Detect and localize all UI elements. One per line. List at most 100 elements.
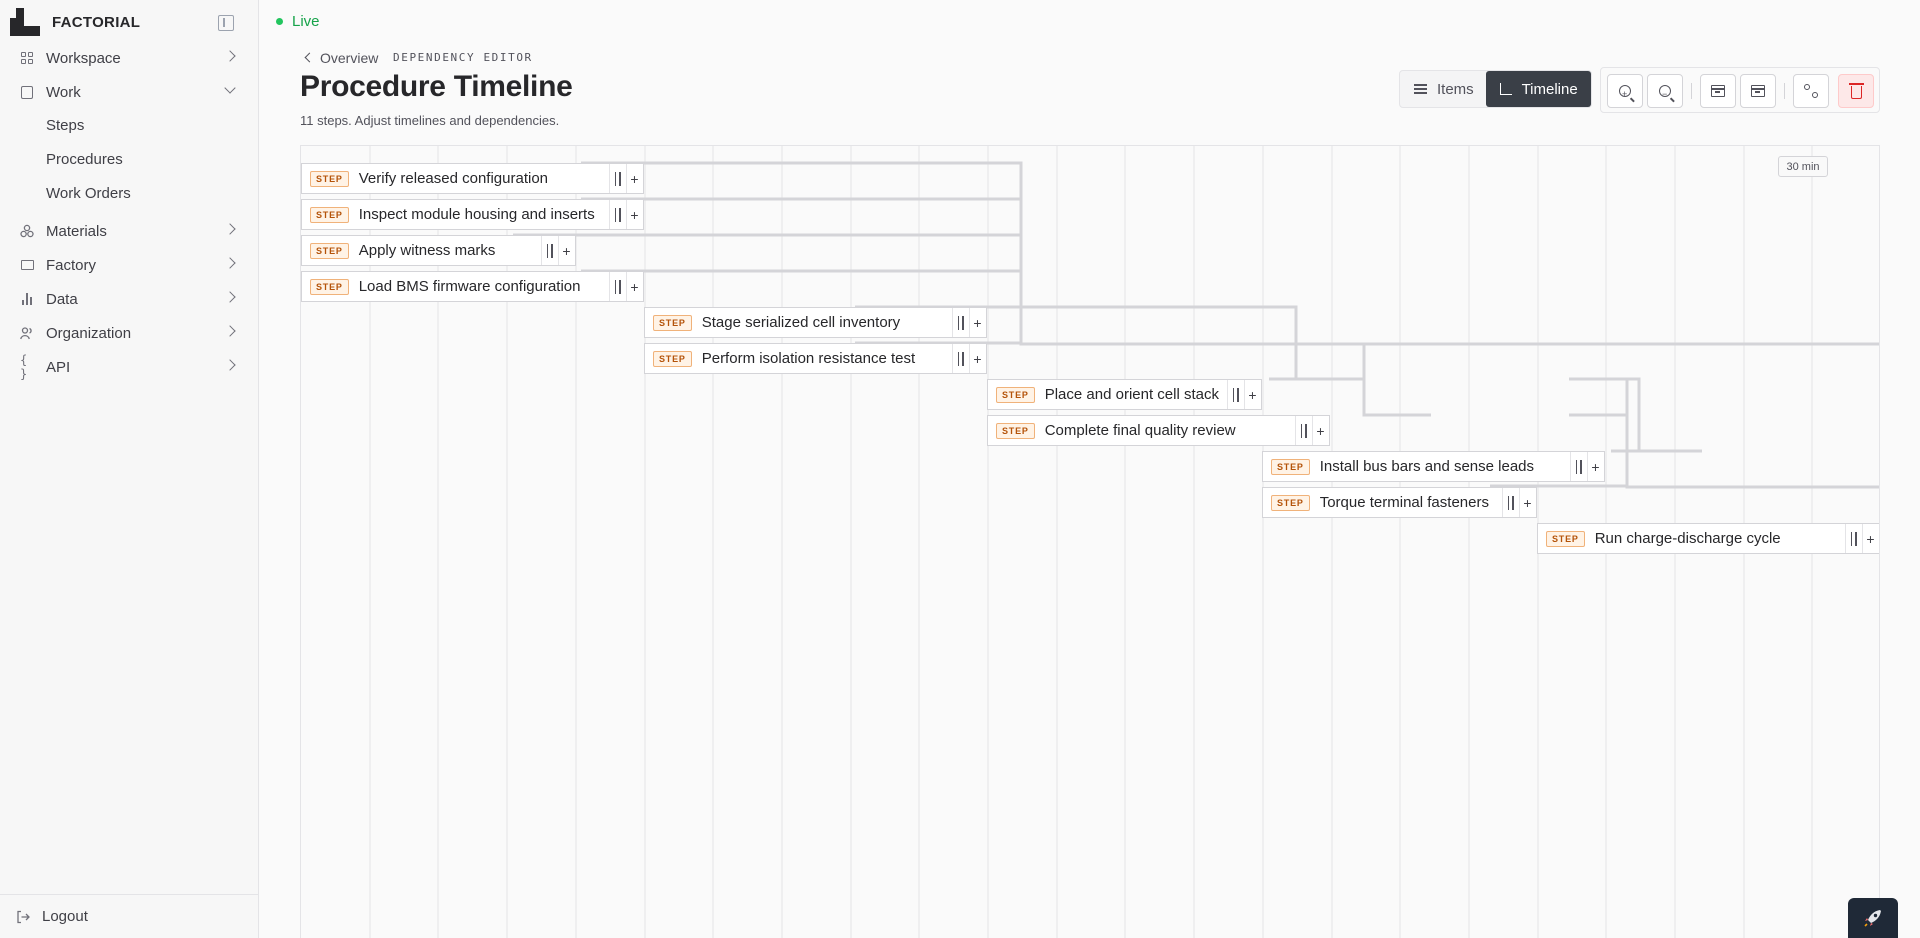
add-dependency-button[interactable]: +	[626, 200, 642, 229]
sidebar-item-factory[interactable]: Factory	[20, 251, 242, 279]
add-dependency-button[interactable]: +	[969, 344, 985, 373]
step-badge: STEP	[653, 350, 692, 367]
resize-handle-icon[interactable]	[609, 164, 625, 193]
zoom-out-button[interactable]: −	[1647, 74, 1683, 108]
page-subtitle: 11 steps. Adjust timelines and dependenc…	[300, 113, 560, 128]
sidebar-item-label: Work	[46, 83, 81, 101]
step-badge: STEP	[1271, 494, 1310, 511]
chevron-right-icon	[224, 223, 236, 235]
sidebar-collapse-icon[interactable]	[218, 15, 234, 31]
bar-chart-icon	[20, 292, 34, 306]
timeline-step[interactable]: STEP Torque terminal fasteners +	[1262, 487, 1537, 518]
sidebar: FACTORIAL Workspace Work Steps Procedure…	[0, 0, 259, 938]
timeline-step[interactable]: STEP Place and orient cell stack +	[987, 379, 1262, 410]
step-label: Place and orient cell stack	[1044, 386, 1219, 403]
sidebar-item-api[interactable]: { } API	[20, 353, 242, 381]
step-badge: STEP	[996, 422, 1035, 439]
brand[interactable]: FACTORIAL	[10, 8, 140, 36]
step-label: Apply witness marks	[358, 242, 496, 259]
resize-handle-icon[interactable]	[541, 236, 557, 265]
chevron-right-icon	[224, 257, 236, 269]
chevron-right-icon	[224, 50, 236, 62]
grid-icon	[20, 51, 34, 65]
logout-icon	[16, 910, 30, 924]
chevron-right-icon	[224, 359, 236, 371]
unarchive-button[interactable]	[1740, 74, 1776, 108]
timeline-step[interactable]: STEP Apply witness marks +	[301, 235, 576, 266]
sidebar-subitem-steps[interactable]: Steps	[46, 113, 84, 137]
resize-handle-icon[interactable]	[609, 272, 625, 301]
archive-button[interactable]	[1700, 74, 1736, 108]
step-badge: STEP	[310, 242, 349, 259]
chevron-left-icon[interactable]	[304, 52, 315, 63]
resize-handle-icon[interactable]	[1502, 488, 1518, 517]
archive-restore-icon	[1751, 85, 1765, 97]
timeline-step[interactable]: STEP Perform isolation resistance test +	[644, 343, 987, 374]
add-dependency-button[interactable]: +	[969, 308, 985, 337]
feedback-button[interactable]	[1848, 898, 1898, 938]
add-dependency-button[interactable]: +	[626, 272, 642, 301]
zoom-in-icon: +	[1619, 85, 1631, 98]
toolbar-divider	[1784, 83, 1785, 99]
timeline-view-button[interactable]: Timeline	[1485, 71, 1591, 107]
sidebar-item-label: Organization	[46, 324, 132, 342]
add-dependency-button[interactable]: +	[1587, 452, 1603, 481]
timeline-scale-label: 30 min	[1778, 156, 1828, 177]
timeline-step[interactable]: STEP Install bus bars and sense leads +	[1262, 451, 1605, 482]
add-dependency-button[interactable]: +	[1244, 380, 1260, 409]
step-label: Verify released configuration	[358, 170, 548, 187]
logout-label: Logout	[42, 908, 88, 925]
step-badge: STEP	[310, 206, 349, 223]
items-view-label: Items	[1437, 80, 1474, 98]
zoom-in-button[interactable]: +	[1607, 74, 1643, 108]
delete-button[interactable]	[1838, 74, 1874, 108]
step-label: Complete final quality review	[1044, 422, 1236, 439]
breadcrumb-overview[interactable]: Overview	[320, 50, 378, 66]
timeline-step[interactable]: STEP Verify released configuration +	[301, 163, 644, 194]
resize-handle-icon[interactable]	[1570, 452, 1586, 481]
resize-handle-icon[interactable]	[1845, 524, 1861, 553]
resize-handle-icon[interactable]	[952, 344, 968, 373]
sidebar-item-data[interactable]: Data	[20, 285, 242, 313]
dependencies-button[interactable]	[1793, 74, 1829, 108]
timeline-step[interactable]: STEP Load BMS firmware configuration +	[301, 271, 644, 302]
sidebar-item-organization[interactable]: Organization	[20, 319, 242, 347]
sidebar-item-workspace[interactable]: Workspace	[20, 44, 242, 72]
add-dependency-button[interactable]: +	[1862, 524, 1878, 553]
timeline-toolbar: + −	[1600, 67, 1880, 113]
resize-handle-icon[interactable]	[1227, 380, 1243, 409]
toolbar-divider	[1691, 83, 1692, 99]
sidebar-subitem-procedures[interactable]: Procedures	[46, 147, 123, 171]
link-nodes-icon	[1804, 84, 1818, 98]
resize-handle-icon[interactable]	[609, 200, 625, 229]
editor-tag: DEPENDENCY EDITOR	[393, 51, 533, 64]
timeline-step[interactable]: STEP Run charge-discharge cycle +	[1537, 523, 1879, 554]
step-label: Perform isolation resistance test	[701, 350, 916, 367]
boxes-icon	[20, 224, 34, 238]
braces-icon: { }	[20, 353, 28, 381]
add-dependency-button[interactable]: +	[626, 164, 642, 193]
items-view-button[interactable]: Items	[1400, 71, 1486, 107]
logout-button[interactable]: Logout	[0, 894, 259, 938]
resize-handle-icon[interactable]	[1295, 416, 1311, 445]
factorial-logo-icon	[10, 8, 40, 36]
add-dependency-button[interactable]: +	[1519, 488, 1535, 517]
add-dependency-button[interactable]: +	[558, 236, 574, 265]
step-label: Run charge-discharge cycle	[1594, 530, 1781, 547]
app-name: FACTORIAL	[52, 13, 141, 31]
resize-handle-icon[interactable]	[952, 308, 968, 337]
step-label: Load BMS firmware configuration	[358, 278, 581, 295]
step-label: Stage serialized cell inventory	[701, 314, 901, 331]
add-dependency-button[interactable]: +	[1312, 416, 1328, 445]
sidebar-subitem-work-orders[interactable]: Work Orders	[46, 181, 131, 205]
timeline-canvas[interactable]: 30 min STEP Verify released configuration…	[300, 145, 1880, 938]
sidebar-item-work[interactable]: Work	[20, 78, 242, 106]
timeline-step[interactable]: STEP Stage serialized cell inventory +	[644, 307, 987, 338]
sidebar-item-materials[interactable]: Materials	[20, 217, 242, 245]
rocket-icon	[1864, 910, 1881, 927]
archive-icon	[1711, 85, 1725, 97]
step-badge: STEP	[310, 170, 349, 187]
timeline-step[interactable]: STEP Inspect module housing and inserts +	[301, 199, 644, 230]
chevron-down-icon	[224, 82, 236, 94]
timeline-step[interactable]: STEP Complete final quality review +	[987, 415, 1330, 446]
